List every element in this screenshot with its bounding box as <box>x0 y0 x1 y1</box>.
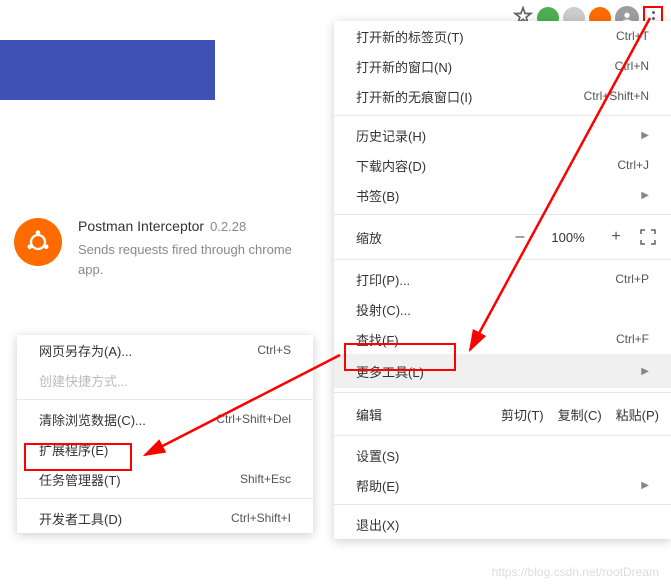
chevron-right-icon: ▶ <box>641 190 649 201</box>
menu-label: 打开新的窗口(N) <box>356 57 452 76</box>
more-tools-submenu: 网页另存为(A)... Ctrl+S 创建快捷方式... 清除浏览数据(C)...… <box>17 335 313 533</box>
extension-description: Sends requests fired through chrome app. <box>78 240 308 279</box>
submenu-task-manager[interactable]: 任务管理器(T) Shift+Esc <box>17 464 313 494</box>
chrome-main-menu: 打开新的标签页(T) Ctrl+T 打开新的窗口(N) Ctrl+N 打开新的无痕窗… <box>334 21 671 539</box>
menu-more-tools[interactable]: 更多工具(L) ▶ <box>334 354 671 388</box>
menu-label: 历史记录(H) <box>356 126 426 145</box>
menu-shortcut: Ctrl+F <box>616 332 649 346</box>
separator <box>334 435 671 436</box>
fullscreen-icon[interactable] <box>639 228 657 246</box>
menu-label: 打开新的标签页(T) <box>356 27 464 46</box>
menu-label: 开发者工具(D) <box>39 509 122 528</box>
menu-label: 扩展程序(E) <box>39 440 108 459</box>
menu-label: 设置(S) <box>356 446 399 465</box>
menu-label: 下载内容(D) <box>356 156 426 175</box>
menu-new-window[interactable]: 打开新的窗口(N) Ctrl+N <box>334 51 671 81</box>
zoom-label: 缩放 <box>356 228 497 247</box>
menu-settings[interactable]: 设置(S) <box>334 440 671 470</box>
separator <box>334 392 671 393</box>
separator <box>334 504 671 505</box>
extension-card: Postman Interceptor 0.2.28 Sends requests… <box>14 218 308 279</box>
extension-title: Postman Interceptor <box>78 218 204 234</box>
menu-downloads[interactable]: 下载内容(D) Ctrl+J <box>334 150 671 180</box>
menu-label: 帮助(E) <box>356 476 399 495</box>
menu-label: 网页另存为(A)... <box>39 341 132 360</box>
submenu-create-shortcut[interactable]: 创建快捷方式... <box>17 365 313 395</box>
menu-print[interactable]: 打印(P)... Ctrl+P <box>334 264 671 294</box>
menu-shortcut: Ctrl+P <box>615 272 649 286</box>
menu-shortcut: Ctrl+Shift+I <box>231 511 291 525</box>
menu-label: 清除浏览数据(C)... <box>39 410 146 429</box>
separator <box>17 498 313 499</box>
menu-label: 投射(C)... <box>356 300 411 319</box>
submenu-extensions[interactable]: 扩展程序(E) <box>17 434 313 464</box>
zoom-value: 100% <box>543 230 593 245</box>
submenu-clear-data[interactable]: 清除浏览数据(C)... Ctrl+Shift+Del <box>17 404 313 434</box>
edit-cut[interactable]: 剪切(T) <box>501 405 544 424</box>
chevron-right-icon: ▶ <box>641 366 649 377</box>
blue-banner <box>0 40 215 100</box>
menu-help[interactable]: 帮助(E) ▶ <box>334 470 671 500</box>
zoom-out-button[interactable]: – <box>505 228 535 246</box>
menu-label: 查找(F)... <box>356 330 409 349</box>
menu-label: 退出(X) <box>356 515 399 534</box>
menu-edit-row: 编辑 剪切(T) 复制(C) 粘贴(P) <box>334 397 671 431</box>
menu-cast[interactable]: 投射(C)... <box>334 294 671 324</box>
submenu-dev-tools[interactable]: 开发者工具(D) Ctrl+Shift+I <box>17 503 313 533</box>
menu-shortcut: Ctrl+Shift+Del <box>216 412 291 426</box>
chevron-right-icon: ▶ <box>641 480 649 491</box>
watermark: https://blog.csdn.net/rootDream <box>492 565 659 579</box>
chevron-right-icon: ▶ <box>641 130 649 141</box>
separator <box>334 259 671 260</box>
menu-shortcut: Ctrl+N <box>615 59 649 73</box>
edit-paste[interactable]: 粘贴(P) <box>616 405 659 424</box>
zoom-in-button[interactable]: + <box>601 228 631 246</box>
menu-history[interactable]: 历史记录(H) ▶ <box>334 120 671 150</box>
edit-label: 编辑 <box>356 405 487 424</box>
menu-label: 打开新的无痕窗口(I) <box>356 87 472 106</box>
menu-shortcut: Ctrl+J <box>617 158 649 172</box>
menu-exit[interactable]: 退出(X) <box>334 509 671 539</box>
menu-zoom: 缩放 – 100% + <box>334 219 671 255</box>
menu-new-tab[interactable]: 打开新的标签页(T) Ctrl+T <box>334 21 671 51</box>
menu-label: 任务管理器(T) <box>39 470 121 489</box>
menu-shortcut: Ctrl+T <box>616 29 649 43</box>
menu-label: 打印(P)... <box>356 270 410 289</box>
separator <box>334 214 671 215</box>
menu-find[interactable]: 查找(F)... Ctrl+F <box>334 324 671 354</box>
menu-shortcut: Ctrl+S <box>257 343 291 357</box>
submenu-save-as[interactable]: 网页另存为(A)... Ctrl+S <box>17 335 313 365</box>
separator <box>334 115 671 116</box>
menu-bookmarks[interactable]: 书签(B) ▶ <box>334 180 671 210</box>
edit-copy[interactable]: 复制(C) <box>558 405 602 424</box>
separator <box>17 399 313 400</box>
menu-label: 创建快捷方式... <box>39 371 128 390</box>
menu-label: 书签(B) <box>356 186 399 205</box>
extension-version: 0.2.28 <box>210 219 246 234</box>
menu-shortcut: Shift+Esc <box>240 472 291 486</box>
menu-incognito[interactable]: 打开新的无痕窗口(I) Ctrl+Shift+N <box>334 81 671 111</box>
menu-label: 更多工具(L) <box>356 362 424 381</box>
postman-icon <box>14 218 62 266</box>
menu-shortcut: Ctrl+Shift+N <box>584 89 649 103</box>
